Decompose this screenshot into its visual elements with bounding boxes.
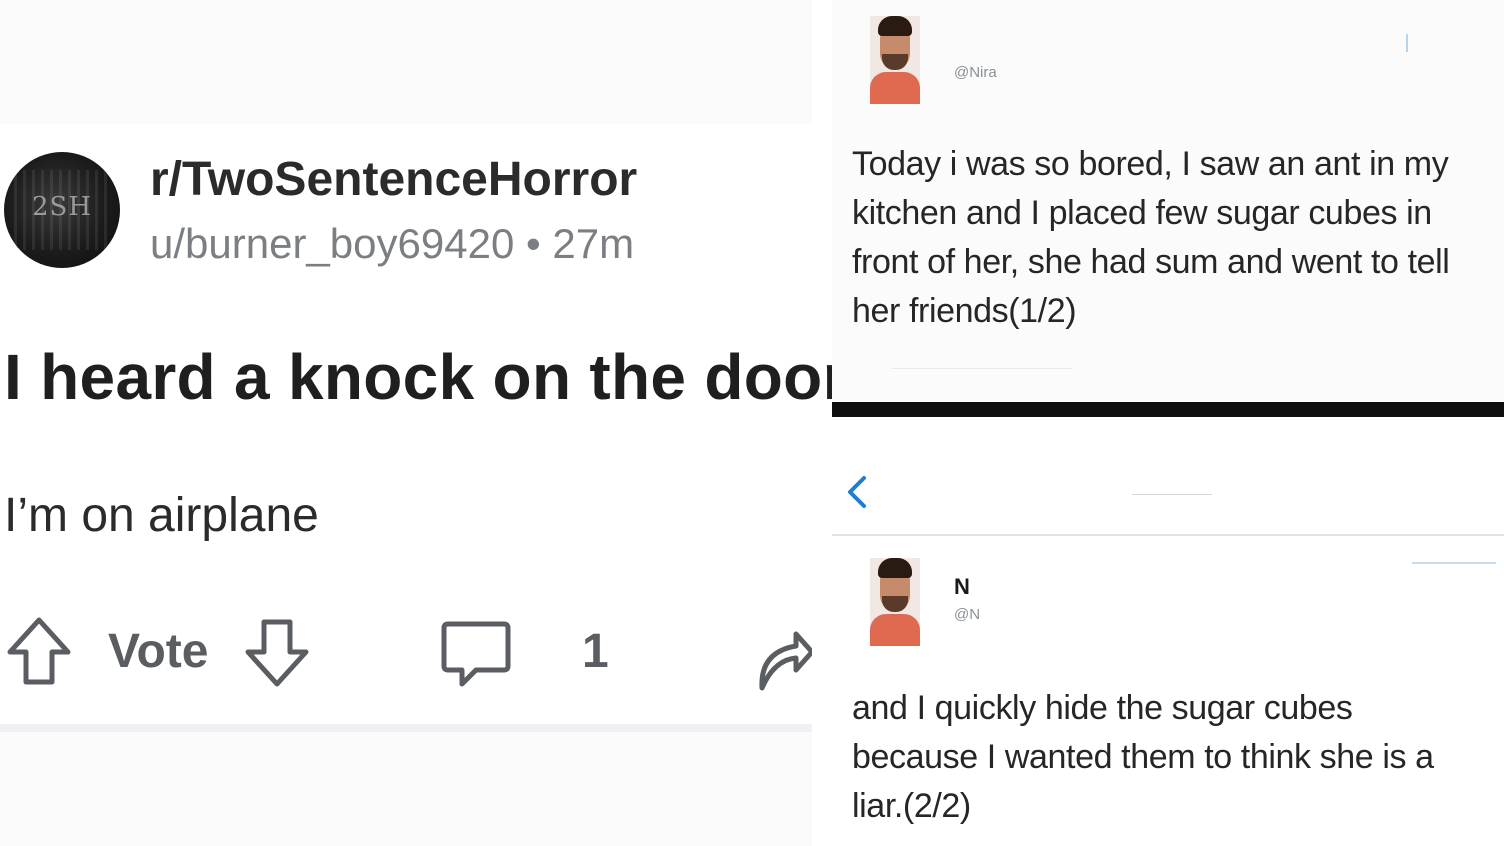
share-icon[interactable] <box>756 612 812 692</box>
post-age: 27m <box>552 220 635 267</box>
tweet-thread: @Nira Today i was so bored, I saw an ant… <box>832 0 1504 846</box>
tweet-1-footer-line <box>892 368 1072 369</box>
comment-count: 1 <box>582 625 609 678</box>
tweet-1-text: Today i was so bored, I saw an ant in my… <box>852 145 1450 330</box>
downvote-icon[interactable] <box>244 618 310 688</box>
tweet-1-menu-mark <box>1406 34 1408 52</box>
tweet-1-avatar[interactable] <box>870 16 920 104</box>
separator-bar <box>832 402 1504 417</box>
tweet-1-handle[interactable]: @Nira <box>954 64 997 81</box>
tweet-2-handle[interactable]: @N <box>954 606 980 623</box>
avatar-text: 2SH <box>31 192 93 222</box>
back-icon[interactable] <box>842 472 872 512</box>
post-action-bar: Vote 1 <box>0 610 812 700</box>
avatar-hair <box>878 16 912 36</box>
post-meta: u/burner_boy69420 • 27m <box>150 220 634 268</box>
avatar-shirt <box>870 72 920 104</box>
subreddit-avatar[interactable]: 2SH <box>4 152 120 268</box>
comment-icon[interactable] <box>440 618 512 690</box>
upvote-icon[interactable] <box>6 616 72 686</box>
avatar-beard <box>882 54 908 70</box>
tweet-2-name[interactable]: N <box>954 574 970 600</box>
avatar-shirt <box>870 614 920 646</box>
tweet-2-follow-mark <box>1412 562 1496 564</box>
subreddit-name[interactable]: r/TwoSentenceHorror <box>150 152 637 207</box>
avatar-hair <box>878 558 912 578</box>
reddit-post: 2SH r/TwoSentenceHorror u/burner_boy6942… <box>0 0 847 846</box>
avatar-beard <box>882 596 908 612</box>
post-body: I’m on airplane <box>4 489 319 542</box>
tweet-2-avatar[interactable] <box>870 558 920 646</box>
nav-faint-line <box>1132 494 1212 495</box>
vote-label: Vote <box>108 625 209 678</box>
post-title[interactable]: I heard a knock on the door <box>4 340 848 414</box>
post-divider <box>0 724 812 732</box>
meta-separator: • <box>525 220 541 267</box>
thread-header-divider <box>832 534 1504 536</box>
tweet-2-text: and I quickly hide the sugar cubes becau… <box>852 689 1434 825</box>
post-author[interactable]: u/burner_boy69420 <box>150 220 514 267</box>
